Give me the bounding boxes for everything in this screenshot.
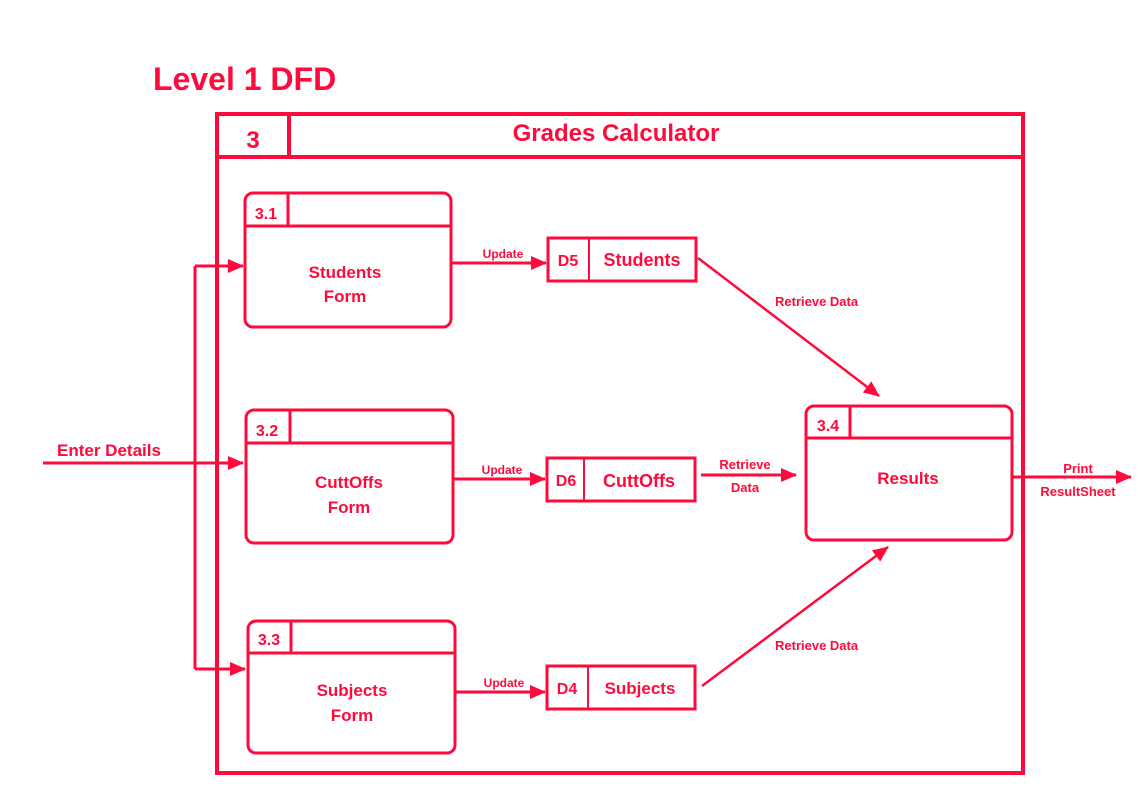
flow-label: Enter Details: [57, 441, 161, 460]
flow-print-resultsheet: Print ResultSheet: [1012, 461, 1132, 499]
process-3-4[interactable]: 3.4 Results: [804, 404, 1014, 542]
flow-update-students: Update: [451, 247, 547, 270]
data-store-d4[interactable]: D4 Subjects: [545, 664, 697, 711]
data-store-id: D4: [557, 681, 578, 698]
flow-label-line1: Retrieve: [719, 457, 770, 472]
flow-update-subjects: Update: [455, 676, 546, 699]
flow-label: Retrieve Data: [775, 294, 859, 309]
data-store-name: CuttOffs: [603, 471, 675, 491]
flow-label-line1: Print: [1063, 461, 1093, 476]
process-name-line1: CuttOffs: [315, 473, 383, 492]
container-id: 3: [246, 127, 259, 154]
process-name-line1: Results: [877, 469, 938, 488]
flow-label-line2: Data: [731, 480, 760, 495]
data-store-id: D6: [556, 473, 577, 490]
flow-label-line2: ResultSheet: [1040, 484, 1116, 499]
flow-arrow: [701, 545, 889, 688]
flow-enter-details: Enter Details: [43, 259, 246, 676]
dfd-diagram: Level 1 DFD 3 Grades Calculator 3.1 Stud…: [43, 61, 1132, 775]
process-id: 3.2: [256, 423, 278, 440]
process-id: 3.3: [258, 632, 280, 649]
data-store-d5[interactable]: D5 Students: [546, 236, 698, 283]
process-name-line2: Form: [331, 706, 374, 725]
flow-label: Update: [482, 463, 523, 477]
diagram-title: Level 1 DFD: [153, 61, 336, 97]
process-name-line1: Students: [309, 263, 382, 282]
process-name-line2: Form: [324, 287, 367, 306]
process-3-1[interactable]: 3.1 Students Form: [243, 191, 453, 329]
data-store-id: D5: [558, 253, 579, 270]
flow-retrieve-cuttoffs: Retrieve Data: [701, 457, 797, 495]
process-name-line1: Subjects: [317, 681, 388, 700]
data-store-name: Students: [603, 250, 680, 270]
flow-update-cuttoffs: Update: [453, 463, 546, 486]
process-name-line2: Form: [328, 498, 371, 517]
process-3-2[interactable]: 3.2 CuttOffs Form: [244, 408, 455, 545]
flow-retrieve-subjects: Retrieve Data: [701, 545, 889, 688]
process-id: 3.1: [255, 206, 277, 223]
data-store-d6[interactable]: D6 CuttOffs: [545, 456, 697, 503]
flow-label: Retrieve Data: [775, 638, 859, 653]
flow-retrieve-students: Retrieve Data: [697, 257, 880, 397]
process-3-3[interactable]: 3.3 Subjects Form: [246, 619, 457, 755]
data-store-name: Subjects: [605, 679, 676, 698]
process-id: 3.4: [817, 418, 839, 435]
flow-arrow: [697, 257, 880, 397]
flow-label: Update: [484, 676, 525, 690]
flow-label: Update: [483, 247, 524, 261]
container-name: Grades Calculator: [513, 120, 720, 147]
